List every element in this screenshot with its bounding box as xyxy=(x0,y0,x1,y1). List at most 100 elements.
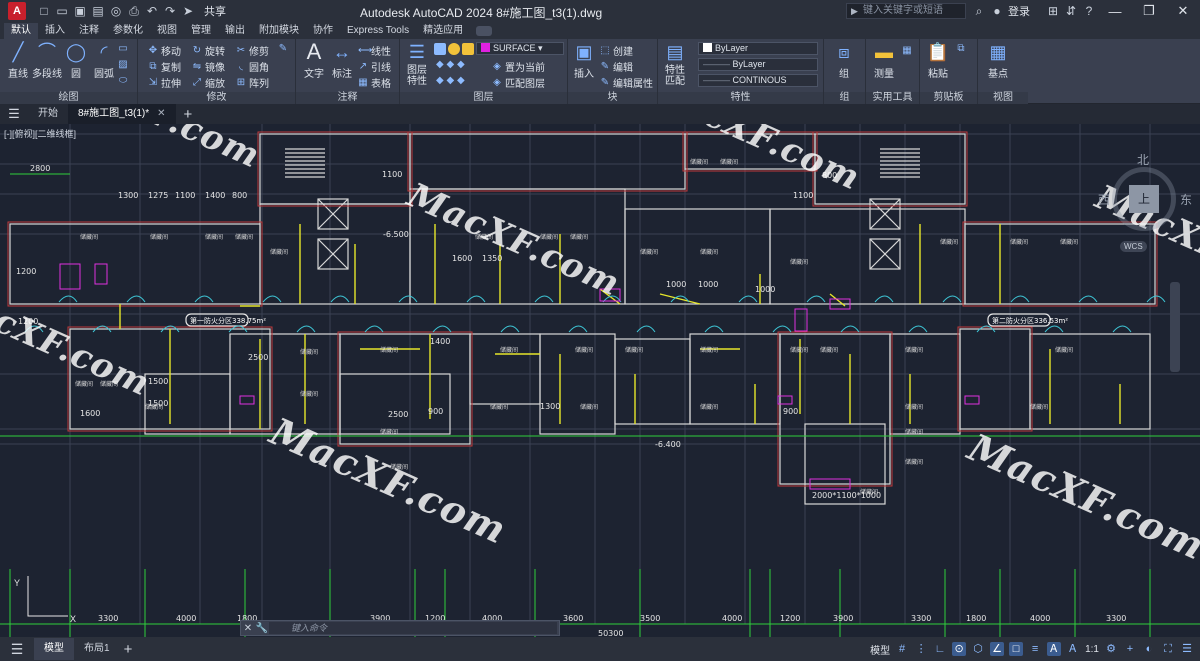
base-point-button[interactable]: ▦ 基点 xyxy=(986,41,1010,80)
tab-express-tools[interactable]: Express Tools xyxy=(340,23,416,39)
user-icon[interactable]: ● xyxy=(988,2,1006,20)
panel-clipboard-title[interactable]: 剪贴板 xyxy=(920,92,977,104)
share-icon[interactable]: ➤ xyxy=(180,3,196,19)
fillet-button[interactable]: ◟ 圆角 xyxy=(236,59,269,74)
new-file-icon[interactable]: □ xyxy=(36,3,52,19)
redo-icon[interactable]: ↷ xyxy=(162,3,178,19)
create-block-button[interactable]: ⬚ 创建 xyxy=(600,43,633,58)
web-icon[interactable]: ◎ xyxy=(108,3,124,19)
tab-featured-apps[interactable]: 精选应用 xyxy=(416,23,470,39)
menu-icon[interactable]: ☰ xyxy=(0,106,28,122)
share-button[interactable]: 共享 xyxy=(204,3,226,19)
rotate-button[interactable]: ↻ 旋转 xyxy=(192,43,225,58)
mirror-button[interactable]: ⇋ 镜像 xyxy=(192,59,225,74)
layer-tools-row2[interactable]: ◆ ◆ ◆ xyxy=(436,75,465,86)
move-button[interactable]: ✥ 移动 xyxy=(148,43,181,58)
polyline-button[interactable]: ⌒ 多段线 xyxy=(32,41,62,80)
undo-icon[interactable]: ↶ xyxy=(144,3,160,19)
drawing-canvas[interactable]: 储藏间 储藏间 储藏间 储藏间 储藏间 储藏间 储藏间 储藏间 储藏间 储藏间 储藏间 储藏间 储藏间储… xyxy=(0,124,1200,637)
viewcube-north[interactable]: 北 xyxy=(1137,151,1149,168)
group-button[interactable]: ⧈ 组 xyxy=(832,41,856,80)
polar-icon[interactable]: ⊙ xyxy=(952,642,967,656)
fullscreen-icon[interactable]: ⛶ xyxy=(1161,642,1175,656)
layer-lock-icon[interactable] xyxy=(462,43,474,55)
panel-view-title[interactable]: 视图 xyxy=(978,92,1028,104)
tab-collaborate[interactable]: 协作 xyxy=(306,23,340,39)
match-layer-button[interactable]: ◈ 匹配图层 xyxy=(492,75,545,90)
tab-layout1[interactable]: 布局1 xyxy=(74,638,120,660)
ellipse-icon[interactable]: ⬭ xyxy=(118,75,128,86)
arc-button[interactable]: ◜ 圆弧 xyxy=(92,41,116,80)
close-tab-icon[interactable]: ✕ xyxy=(157,108,165,119)
ribbon-toggle-icon[interactable] xyxy=(476,26,493,36)
autocad-logo[interactable]: A xyxy=(8,2,26,20)
layer-on-icon[interactable] xyxy=(448,43,460,55)
lineweight-icon[interactable]: ≡ xyxy=(1028,642,1042,656)
save-as-icon[interactable]: ▤ xyxy=(90,3,106,19)
stretch-button[interactable]: ⇲ 拉伸 xyxy=(148,75,181,90)
save-icon[interactable]: ▣ xyxy=(72,3,88,19)
calculator-icon[interactable]: ▦ xyxy=(902,45,912,56)
color-select[interactable]: ByLayer xyxy=(698,42,818,55)
command-input[interactable]: 键入命令 xyxy=(269,622,557,634)
panel-utilities-title[interactable]: 实用工具 xyxy=(866,92,919,104)
viewcube-top-face[interactable]: 上 xyxy=(1129,185,1159,213)
line-button[interactable]: ╱ 直线 xyxy=(6,41,30,80)
layout-menu-icon[interactable]: ☰ xyxy=(0,641,34,658)
erase-icon[interactable]: ✎ xyxy=(278,43,288,54)
tab-parametric[interactable]: 参数化 xyxy=(106,23,150,39)
login-button[interactable]: 登录 xyxy=(1008,3,1030,19)
insert-block-button[interactable]: ▣ 插入 xyxy=(572,41,596,80)
tab-insert[interactable]: 插入 xyxy=(38,23,72,39)
tab-default[interactable]: 默认 xyxy=(4,23,38,39)
panel-properties-title[interactable]: 特性 xyxy=(658,92,823,104)
panel-modify-title[interactable]: 修改 xyxy=(138,92,295,104)
table-button[interactable]: ▦ 表格 xyxy=(358,75,391,90)
tab-annotate[interactable]: 注释 xyxy=(72,23,106,39)
panel-draw-title[interactable]: 绘图 xyxy=(0,92,137,104)
search-input[interactable]: ▶ 键入关键字或短语 xyxy=(846,3,966,19)
copy-button[interactable]: ⧉ 复制 xyxy=(148,59,181,74)
tab-start[interactable]: 开始 xyxy=(28,104,68,124)
minimize-icon[interactable]: — xyxy=(1098,0,1132,22)
viewcube[interactable]: 北 西 上 东 WCS xyxy=(1098,149,1192,254)
viewcube-east[interactable]: 东 xyxy=(1180,191,1192,208)
open-folder-icon[interactable]: ▭ xyxy=(54,3,70,19)
panel-annotation-title[interactable]: 注释 xyxy=(296,92,399,104)
model-space-button[interactable]: 模型 xyxy=(870,642,890,657)
close-icon[interactable]: ✕ xyxy=(1166,0,1200,22)
annotation-scale[interactable]: 1:1 xyxy=(1085,644,1099,655)
wcs-menu[interactable]: WCS xyxy=(1120,241,1147,252)
tab-drawing[interactable]: 8#施工图_t3(1)* ✕ xyxy=(68,104,176,124)
help-icon[interactable]: ? xyxy=(1080,2,1098,20)
lineweight-select[interactable]: ——— ByLayer xyxy=(698,58,818,71)
connect-icon[interactable]: ⇵ xyxy=(1062,2,1080,20)
edit-block-button[interactable]: ✎ 编辑 xyxy=(600,59,633,74)
grid-icon[interactable]: # xyxy=(895,642,909,656)
tab-view[interactable]: 视图 xyxy=(150,23,184,39)
layer-select[interactable]: SURFACE ▾ xyxy=(476,42,564,55)
print-icon[interactable]: ⎙ xyxy=(126,3,142,19)
layer-tools-row1[interactable]: ◆ ◆ ◆ xyxy=(436,59,465,70)
scale-button[interactable]: ⤢ 缩放 xyxy=(192,75,225,90)
dimension-button[interactable]: ↔ 标注 xyxy=(330,41,354,80)
rectangle-icon[interactable]: ▭ xyxy=(118,43,128,54)
customize-icon[interactable]: 🔧 xyxy=(255,623,269,634)
new-tab-icon[interactable]: + xyxy=(184,106,193,123)
tab-model[interactable]: 模型 xyxy=(34,638,74,660)
tab-addins[interactable]: 附加模块 xyxy=(252,23,306,39)
add-layout-icon[interactable]: + xyxy=(124,641,133,658)
panel-block-title[interactable]: 块 xyxy=(568,92,657,104)
array-button[interactable]: ⊞ 阵列 xyxy=(236,75,269,90)
snap-icon[interactable]: ⋮ xyxy=(914,642,928,656)
tab-output[interactable]: 输出 xyxy=(218,23,252,39)
trim-button[interactable]: ✂ 修剪 xyxy=(236,43,269,58)
layer-state-icon[interactable] xyxy=(434,43,446,55)
object-track-icon[interactable]: ∠ xyxy=(990,642,1005,656)
cart-icon[interactable]: ⊞ xyxy=(1044,2,1062,20)
layer-properties-button[interactable]: ☰ 图层 特性 xyxy=(404,41,430,87)
viewcube-west[interactable]: 西 xyxy=(1098,191,1110,208)
panel-groups-title[interactable]: 组 xyxy=(824,92,865,104)
hatch-icon[interactable]: ▨ xyxy=(118,59,128,70)
isolate-icon[interactable]: ◐ xyxy=(1142,642,1156,656)
